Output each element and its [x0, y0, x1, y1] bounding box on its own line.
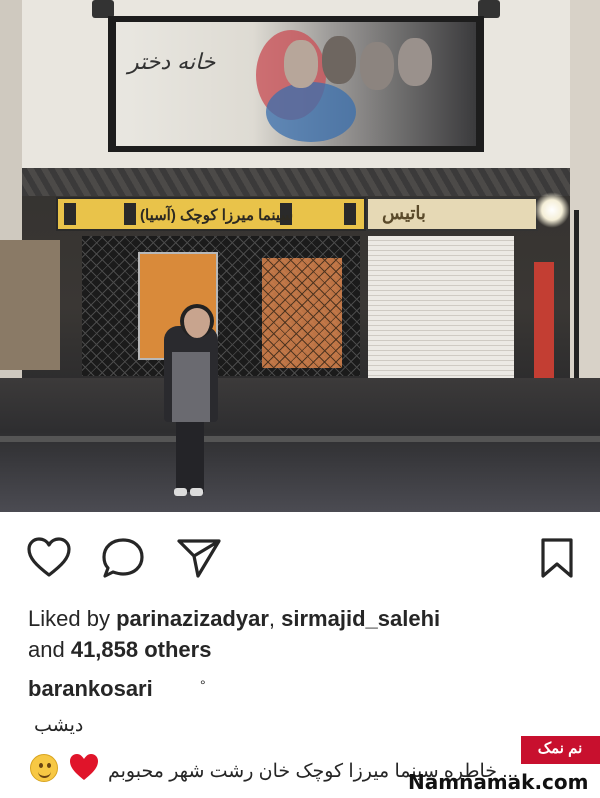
likes-and: and	[28, 637, 71, 662]
pavement	[0, 378, 600, 512]
left-doorway	[0, 240, 60, 370]
red-pillar	[534, 262, 554, 380]
rolling-shutter	[368, 236, 514, 378]
person-head	[180, 304, 214, 338]
blue-paint-splash	[266, 82, 356, 142]
person-legs	[176, 422, 204, 492]
movie-billboard: خانه دختر	[116, 22, 476, 146]
awning	[22, 168, 570, 196]
caption-line: دیشب	[34, 715, 84, 736]
watermark-site: Namnamak.com	[408, 770, 589, 794]
lit-window	[262, 258, 342, 368]
watermark-tag-text: نم نمک	[537, 740, 583, 757]
actor-face	[322, 36, 356, 84]
street-lamp-light	[534, 192, 570, 228]
poster-title: خانه دختر	[128, 50, 216, 75]
person-shoe	[190, 488, 203, 496]
comment-bubble-icon[interactable]	[100, 536, 146, 580]
cinema-sign-text: سینما میرزا کوچک (آسیا)	[140, 207, 294, 224]
likes-count[interactable]: 41,858 others	[71, 637, 212, 662]
liker-username[interactable]: sirmajid_salehi	[281, 606, 440, 631]
actor-face	[398, 38, 432, 86]
actor-face	[284, 40, 318, 88]
emoji-eye	[39, 763, 43, 768]
heart-outline-icon[interactable]	[26, 536, 72, 578]
red-heart-icon	[70, 754, 98, 780]
post-photo[interactable]: خانه دختر سینما میرزا کوچک (آسیا) باتیس	[0, 0, 600, 512]
curb	[0, 436, 600, 442]
verified-mark: °	[200, 677, 206, 693]
likes-separator: ,	[268, 606, 282, 631]
film-strip-icon	[124, 203, 136, 225]
bookmark-icon[interactable]	[538, 536, 576, 580]
likes-summary[interactable]: Liked by parinazizadyar, sirmajid_salehi…	[28, 603, 440, 665]
emoji-mouth	[38, 769, 51, 778]
person-dress	[172, 352, 210, 422]
smiling-face-icon	[30, 754, 58, 782]
person-shoe	[174, 488, 187, 496]
actor-face	[360, 42, 394, 90]
film-strip-icon	[64, 203, 76, 225]
film-strip-icon	[344, 203, 356, 225]
likes-prefix: Liked by	[28, 606, 117, 631]
paper-plane-icon[interactable]	[176, 536, 222, 580]
shop-sign-text: باتیس	[382, 203, 426, 223]
emoji-eye	[47, 763, 51, 768]
post-username[interactable]: barankosari	[28, 676, 153, 702]
liker-username[interactable]: parinazizadyar	[116, 606, 269, 631]
